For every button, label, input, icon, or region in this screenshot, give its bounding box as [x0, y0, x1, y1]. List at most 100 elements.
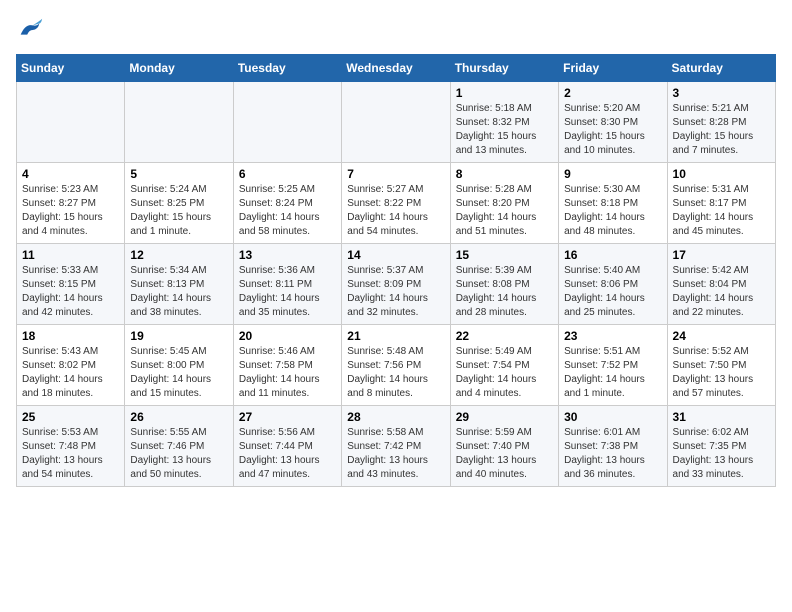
- calendar-day-cell: 10 Sunrise: 5:31 AM Sunset: 8:17 PM Dayli…: [667, 163, 775, 244]
- day-info: Sunrise: 5:59 AM Sunset: 7:40 PM Dayligh…: [456, 426, 553, 482]
- calendar-day-cell: 18 Sunrise: 5:43 AM Sunset: 8:02 PM Dayli…: [17, 325, 125, 406]
- calendar-day-cell: 11Sunrise: 5:33 AM Sunset: 8:15 PM Dayli…: [17, 244, 125, 325]
- calendar-header-saturday: Saturday: [667, 55, 775, 82]
- day-number: 28: [347, 410, 444, 424]
- day-info: Sunrise: 5:36 AM Sunset: 8:11 PM Dayligh…: [239, 264, 336, 320]
- day-number: 26: [130, 410, 227, 424]
- day-number: 7: [347, 167, 444, 181]
- day-number: 14: [347, 248, 444, 262]
- day-info: Sunrise: 5:25 AM Sunset: 8:24 PM Dayligh…: [239, 183, 336, 239]
- calendar-day-cell: 13 Sunrise: 5:36 AM Sunset: 8:11 PM Dayli…: [233, 244, 341, 325]
- day-number: 4: [22, 167, 119, 181]
- calendar-day-cell: 31 Sunrise: 6:02 AM Sunset: 7:35 PM Dayli…: [667, 406, 775, 487]
- day-number: 15: [456, 248, 553, 262]
- day-info: Sunrise: 5:28 AM Sunset: 8:20 PM Dayligh…: [456, 183, 553, 239]
- day-number: 21: [347, 329, 444, 343]
- day-number: 24: [673, 329, 770, 343]
- calendar-day-cell: 5 Sunrise: 5:24 AM Sunset: 8:25 PM Daylig…: [125, 163, 233, 244]
- day-info: Sunrise: 6:01 AM Sunset: 7:38 PM Dayligh…: [564, 426, 661, 482]
- day-number: 31: [673, 410, 770, 424]
- calendar-week-row: 1 Sunrise: 5:18 AM Sunset: 8:32 PM Daylig…: [17, 82, 776, 163]
- day-info: Sunrise: 5:40 AM Sunset: 8:06 PM Dayligh…: [564, 264, 661, 320]
- calendar-day-cell: 30 Sunrise: 6:01 AM Sunset: 7:38 PM Dayli…: [559, 406, 667, 487]
- calendar-day-cell: 16 Sunrise: 5:40 AM Sunset: 8:06 PM Dayli…: [559, 244, 667, 325]
- logo-bird-icon: [16, 16, 44, 44]
- calendar-week-row: 11Sunrise: 5:33 AM Sunset: 8:15 PM Dayli…: [17, 244, 776, 325]
- day-number: 9: [564, 167, 661, 181]
- day-number: 23: [564, 329, 661, 343]
- calendar-day-cell: 20Sunrise: 5:46 AM Sunset: 7:58 PM Dayli…: [233, 325, 341, 406]
- calendar-day-cell: 1 Sunrise: 5:18 AM Sunset: 8:32 PM Daylig…: [450, 82, 558, 163]
- day-info: Sunrise: 5:43 AM Sunset: 8:02 PM Dayligh…: [22, 345, 119, 401]
- logo: [16, 16, 48, 44]
- day-info: Sunrise: 5:37 AM Sunset: 8:09 PM Dayligh…: [347, 264, 444, 320]
- day-info: Sunrise: 5:33 AM Sunset: 8:15 PM Dayligh…: [22, 264, 119, 320]
- day-info: Sunrise: 5:34 AM Sunset: 8:13 PM Dayligh…: [130, 264, 227, 320]
- day-info: Sunrise: 5:30 AM Sunset: 8:18 PM Dayligh…: [564, 183, 661, 239]
- day-info: Sunrise: 5:48 AM Sunset: 7:56 PM Dayligh…: [347, 345, 444, 401]
- calendar-day-cell: 25 Sunrise: 5:53 AM Sunset: 7:48 PM Dayli…: [17, 406, 125, 487]
- day-number: 16: [564, 248, 661, 262]
- day-info: Sunrise: 5:42 AM Sunset: 8:04 PM Dayligh…: [673, 264, 770, 320]
- calendar-header-friday: Friday: [559, 55, 667, 82]
- day-info: Sunrise: 5:23 AM Sunset: 8:27 PM Dayligh…: [22, 183, 119, 239]
- calendar-week-row: 18 Sunrise: 5:43 AM Sunset: 8:02 PM Dayli…: [17, 325, 776, 406]
- day-info: Sunrise: 5:55 AM Sunset: 7:46 PM Dayligh…: [130, 426, 227, 482]
- calendar-day-cell: 27Sunrise: 5:56 AM Sunset: 7:44 PM Dayli…: [233, 406, 341, 487]
- day-number: 29: [456, 410, 553, 424]
- calendar-day-cell: 28 Sunrise: 5:58 AM Sunset: 7:42 PM Dayli…: [342, 406, 450, 487]
- day-number: 1: [456, 86, 553, 100]
- day-info: Sunrise: 5:27 AM Sunset: 8:22 PM Dayligh…: [347, 183, 444, 239]
- calendar-day-cell: 23 Sunrise: 5:51 AM Sunset: 7:52 PM Dayli…: [559, 325, 667, 406]
- day-number: 10: [673, 167, 770, 181]
- calendar-day-cell: [125, 82, 233, 163]
- calendar-day-cell: 29 Sunrise: 5:59 AM Sunset: 7:40 PM Dayli…: [450, 406, 558, 487]
- calendar-day-cell: [233, 82, 341, 163]
- day-info: Sunrise: 5:39 AM Sunset: 8:08 PM Dayligh…: [456, 264, 553, 320]
- day-info: Sunrise: 5:58 AM Sunset: 7:42 PM Dayligh…: [347, 426, 444, 482]
- calendar-day-cell: 14 Sunrise: 5:37 AM Sunset: 8:09 PM Dayli…: [342, 244, 450, 325]
- calendar-day-cell: 8 Sunrise: 5:28 AM Sunset: 8:20 PM Daylig…: [450, 163, 558, 244]
- calendar-header-thursday: Thursday: [450, 55, 558, 82]
- calendar-day-cell: 21 Sunrise: 5:48 AM Sunset: 7:56 PM Dayli…: [342, 325, 450, 406]
- calendar-day-cell: 4 Sunrise: 5:23 AM Sunset: 8:27 PM Daylig…: [17, 163, 125, 244]
- day-info: Sunrise: 5:45 AM Sunset: 8:00 PM Dayligh…: [130, 345, 227, 401]
- calendar-day-cell: 3 Sunrise: 5:21 AM Sunset: 8:28 PM Daylig…: [667, 82, 775, 163]
- day-info: Sunrise: 5:31 AM Sunset: 8:17 PM Dayligh…: [673, 183, 770, 239]
- day-number: 18: [22, 329, 119, 343]
- calendar-day-cell: 2 Sunrise: 5:20 AM Sunset: 8:30 PM Daylig…: [559, 82, 667, 163]
- calendar-week-row: 25 Sunrise: 5:53 AM Sunset: 7:48 PM Dayli…: [17, 406, 776, 487]
- day-info: Sunrise: 5:51 AM Sunset: 7:52 PM Dayligh…: [564, 345, 661, 401]
- calendar-day-cell: [342, 82, 450, 163]
- day-number: 25: [22, 410, 119, 424]
- day-number: 30: [564, 410, 661, 424]
- day-info: Sunrise: 5:24 AM Sunset: 8:25 PM Dayligh…: [130, 183, 227, 239]
- day-number: 5: [130, 167, 227, 181]
- calendar-header-sunday: Sunday: [17, 55, 125, 82]
- day-number: 2: [564, 86, 661, 100]
- day-number: 19: [130, 329, 227, 343]
- day-info: Sunrise: 5:21 AM Sunset: 8:28 PM Dayligh…: [673, 102, 770, 158]
- day-info: Sunrise: 5:20 AM Sunset: 8:30 PM Dayligh…: [564, 102, 661, 158]
- calendar-day-cell: 12 Sunrise: 5:34 AM Sunset: 8:13 PM Dayli…: [125, 244, 233, 325]
- day-number: 6: [239, 167, 336, 181]
- day-info: Sunrise: 5:53 AM Sunset: 7:48 PM Dayligh…: [22, 426, 119, 482]
- calendar-header-row: SundayMondayTuesdayWednesdayThursdayFrid…: [17, 55, 776, 82]
- day-info: Sunrise: 5:52 AM Sunset: 7:50 PM Dayligh…: [673, 345, 770, 401]
- day-info: Sunrise: 5:49 AM Sunset: 7:54 PM Dayligh…: [456, 345, 553, 401]
- day-info: Sunrise: 5:18 AM Sunset: 8:32 PM Dayligh…: [456, 102, 553, 158]
- calendar-header-wednesday: Wednesday: [342, 55, 450, 82]
- calendar-header-tuesday: Tuesday: [233, 55, 341, 82]
- day-number: 12: [130, 248, 227, 262]
- day-info: Sunrise: 5:46 AM Sunset: 7:58 PM Dayligh…: [239, 345, 336, 401]
- day-info: Sunrise: 6:02 AM Sunset: 7:35 PM Dayligh…: [673, 426, 770, 482]
- day-number: 8: [456, 167, 553, 181]
- day-number: 13: [239, 248, 336, 262]
- calendar-day-cell: 22Sunrise: 5:49 AM Sunset: 7:54 PM Dayli…: [450, 325, 558, 406]
- calendar-week-row: 4 Sunrise: 5:23 AM Sunset: 8:27 PM Daylig…: [17, 163, 776, 244]
- calendar-day-cell: 6 Sunrise: 5:25 AM Sunset: 8:24 PM Daylig…: [233, 163, 341, 244]
- day-number: 17: [673, 248, 770, 262]
- calendar-table: SundayMondayTuesdayWednesdayThursdayFrid…: [16, 54, 776, 487]
- day-number: 3: [673, 86, 770, 100]
- calendar-day-cell: 7 Sunrise: 5:27 AM Sunset: 8:22 PM Daylig…: [342, 163, 450, 244]
